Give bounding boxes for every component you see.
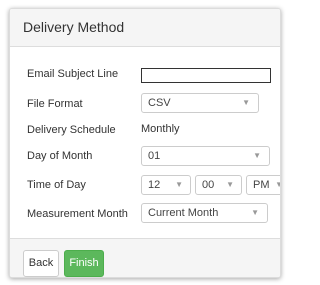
chevron-down-icon: ▼ xyxy=(175,180,183,189)
delivery-schedule-value: Monthly xyxy=(141,123,180,135)
day-of-month-value: 01 xyxy=(148,150,161,162)
minute-value: 00 xyxy=(202,179,215,191)
email-subject-input[interactable] xyxy=(141,68,271,83)
dialog-header: Delivery Method xyxy=(10,9,280,47)
hour-select[interactable]: 12 ▼ xyxy=(141,175,191,195)
hour-value: 12 xyxy=(148,179,161,191)
file-format-label: File Format xyxy=(27,98,83,110)
ampm-value: PM xyxy=(253,179,270,191)
chevron-down-icon: ▼ xyxy=(275,176,280,194)
file-format-value: CSV xyxy=(148,97,171,109)
file-format-select[interactable]: CSV ▼ xyxy=(141,93,259,113)
time-of-day-label: Time of Day xyxy=(27,179,86,191)
chevron-down-icon: ▼ xyxy=(242,98,250,107)
day-of-month-select[interactable]: 01 ▼ xyxy=(141,146,270,166)
day-of-month-label: Day of Month xyxy=(27,150,93,162)
measurement-month-select[interactable]: Current Month ▼ xyxy=(141,203,268,223)
chevron-down-icon: ▼ xyxy=(253,151,261,160)
dialog-title: Delivery Method xyxy=(23,19,125,35)
email-subject-label: Email Subject Line xyxy=(27,68,119,80)
delivery-method-dialog: Delivery Method Email Subject Line File … xyxy=(9,8,281,278)
chevron-down-icon: ▼ xyxy=(251,208,259,217)
dialog-footer: Back Finish xyxy=(10,238,280,277)
minute-select[interactable]: 00 ▼ xyxy=(195,175,242,195)
dialog-body: Email Subject Line File Format CSV ▼ Del… xyxy=(10,47,280,238)
measurement-month-label: Measurement Month xyxy=(27,208,128,220)
finish-button[interactable]: Finish xyxy=(64,250,104,277)
back-button[interactable]: Back xyxy=(23,250,59,277)
delivery-schedule-label: Delivery Schedule xyxy=(27,124,116,136)
ampm-select[interactable]: PM ▼ xyxy=(246,175,280,195)
measurement-month-value: Current Month xyxy=(148,207,219,219)
chevron-down-icon: ▼ xyxy=(226,180,234,189)
